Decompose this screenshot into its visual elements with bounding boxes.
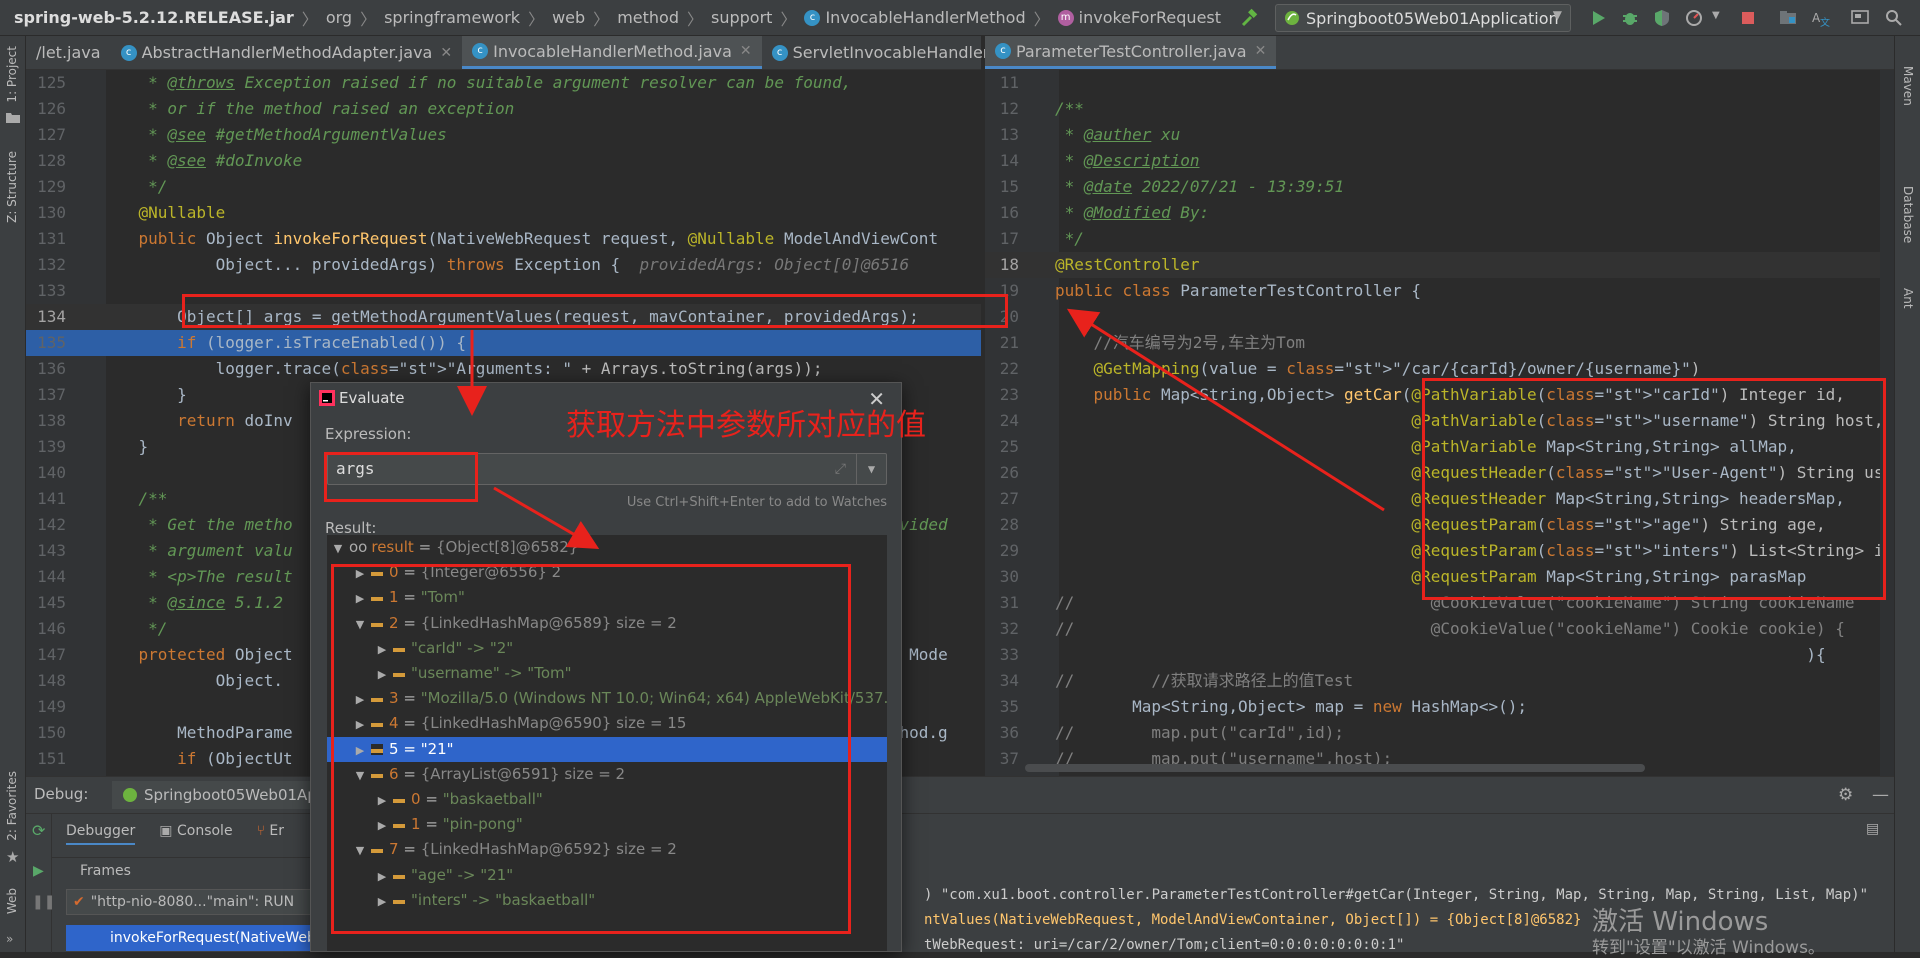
arrow-to-result: [493, 486, 600, 550]
arrow-to-controller: [1066, 308, 1385, 512]
annotation-arrows: [457, 308, 1385, 550]
